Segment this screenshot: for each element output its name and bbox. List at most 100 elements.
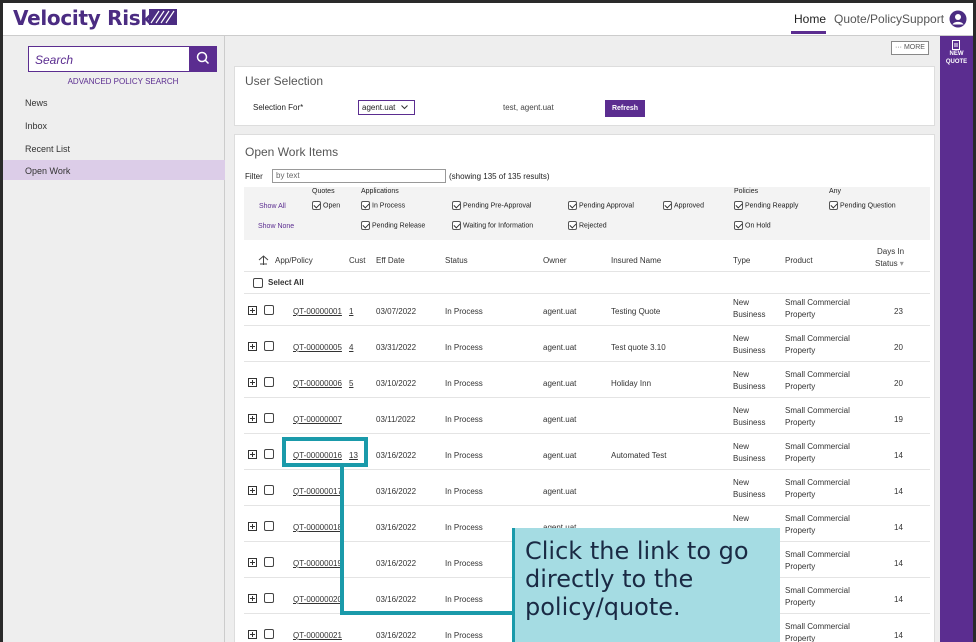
row-cust[interactable]: 5 xyxy=(349,379,353,388)
row-status: In Process xyxy=(445,379,483,388)
row-checkbox[interactable] xyxy=(264,377,274,389)
sidebar-item-inbox[interactable]: Inbox xyxy=(25,121,47,131)
search-button[interactable] xyxy=(189,46,217,72)
row-app-policy-link[interactable]: QT-00000019 xyxy=(293,559,342,568)
top-bar: Velocity Risk Home Quote/Policy Support xyxy=(3,3,973,36)
expand-row-icon[interactable] xyxy=(248,594,257,605)
filter-open[interactable]: Open xyxy=(312,201,340,210)
row-checkbox[interactable] xyxy=(264,413,274,425)
row-divider xyxy=(244,469,930,470)
col-type[interactable]: Type xyxy=(733,256,750,265)
col-owner[interactable]: Owner xyxy=(543,256,567,265)
group-applications: Applications xyxy=(361,188,399,195)
col-insured-name[interactable]: Insured Name xyxy=(611,256,661,265)
col-eff-date[interactable]: Eff Date xyxy=(376,256,405,265)
filter-input[interactable]: by text xyxy=(272,169,446,183)
sidebar-item-open-work[interactable]: Open Work xyxy=(3,160,225,180)
expand-row-icon[interactable] xyxy=(248,558,257,569)
row-checkbox[interactable] xyxy=(264,521,274,533)
row-eff-date: 03/07/2022 xyxy=(376,307,417,316)
row-product: Small Commercial xyxy=(785,406,850,415)
row-eff-date: 03/31/2022 xyxy=(376,343,417,352)
row-app-policy-link[interactable]: QT-00000018 xyxy=(293,523,342,532)
show-all-link[interactable]: Show All xyxy=(259,203,286,210)
row-checkbox[interactable] xyxy=(264,305,274,317)
filter-pending-release[interactable]: Pending Release xyxy=(361,221,425,230)
nav-support[interactable]: Support xyxy=(902,12,944,26)
row-app-policy-link[interactable]: QT-00000016 xyxy=(293,451,342,460)
expand-row-icon[interactable] xyxy=(248,450,257,461)
expand-row-icon[interactable] xyxy=(248,378,257,389)
row-checkbox[interactable] xyxy=(264,341,274,353)
refresh-button[interactable]: Refresh xyxy=(605,100,645,117)
row-checkbox[interactable] xyxy=(264,449,274,461)
row-eff-date: 03/11/2022 xyxy=(376,415,416,424)
row-cust[interactable]: 1 xyxy=(349,307,353,316)
sidebar-item-recent-list[interactable]: Recent List xyxy=(25,144,70,154)
row-product: Small Commercial xyxy=(785,550,850,559)
checkbox-checked xyxy=(663,201,672,210)
row-type: New xyxy=(733,514,750,523)
row-product-line2: Property xyxy=(785,454,816,463)
row-checkbox[interactable] xyxy=(264,485,274,497)
row-insured-name: Testing Quote xyxy=(611,307,661,316)
row-type: New xyxy=(733,370,750,379)
col-status[interactable]: Status xyxy=(445,256,468,265)
row-app-policy-link[interactable]: QT-00000007 xyxy=(293,415,342,424)
sort-tree-icon[interactable] xyxy=(258,255,269,266)
more-button[interactable]: ··· MORE xyxy=(891,41,929,55)
row-eff-date: 03/16/2022 xyxy=(376,487,417,496)
advanced-policy-search-link[interactable]: ADVANCED POLICY SEARCH xyxy=(28,77,218,86)
row-checkbox[interactable] xyxy=(264,629,274,641)
expand-row-icon[interactable] xyxy=(248,486,257,497)
row-status: In Process xyxy=(445,487,483,496)
filter-in-process[interactable]: In Process xyxy=(361,201,405,210)
select-all-checkbox[interactable] xyxy=(253,278,263,288)
row-cust[interactable]: 13 xyxy=(349,451,358,460)
filter-pending-pre-approval[interactable]: Pending Pre-Approval xyxy=(452,201,532,210)
nav-quote-policy[interactable]: Quote/Policy xyxy=(834,12,902,26)
user-account-icon[interactable] xyxy=(949,10,967,28)
selection-for-dropdown[interactable]: agent.uat xyxy=(358,100,415,115)
select-all[interactable]: Select All xyxy=(253,278,304,288)
show-none-link[interactable]: Show None xyxy=(258,223,294,230)
row-days-in-status: 19 xyxy=(894,415,903,424)
row-insured-name: Holiday Inn xyxy=(611,379,652,388)
row-app-policy-link[interactable]: QT-00000006 xyxy=(293,379,342,388)
row-days-in-status: 14 xyxy=(894,595,903,604)
row-app-policy-link[interactable]: QT-00000020 xyxy=(293,595,342,604)
row-app-policy-link[interactable]: QT-00000021 xyxy=(293,631,342,640)
expand-row-icon[interactable] xyxy=(248,306,257,317)
filter-rejected[interactable]: Rejected xyxy=(568,221,607,230)
row-checkbox[interactable] xyxy=(264,557,274,569)
row-checkbox[interactable] xyxy=(264,593,274,605)
col-days-in-status-line2[interactable]: Status ▾ xyxy=(875,259,904,268)
row-app-policy-link[interactable]: QT-00000001 xyxy=(293,307,342,316)
expand-row-icon[interactable] xyxy=(248,630,257,641)
filter-pending-question[interactable]: Pending Question xyxy=(829,201,896,210)
col-days-in-status[interactable]: Days In xyxy=(877,247,904,256)
row-cust[interactable]: 4 xyxy=(349,343,353,352)
expand-row-icon[interactable] xyxy=(248,414,257,425)
filter-pending-approval[interactable]: Pending Approval xyxy=(568,201,634,210)
expand-row-icon[interactable] xyxy=(248,522,257,533)
search-input[interactable]: Search xyxy=(28,46,190,72)
brand-logo: Velocity Risk xyxy=(13,6,154,30)
new-quote-button[interactable]: NEW QUOTE xyxy=(940,36,973,70)
filter-approved[interactable]: Approved xyxy=(663,201,704,210)
checkbox-checked xyxy=(734,201,743,210)
col-product[interactable]: Product xyxy=(785,256,813,265)
expand-row-icon[interactable] xyxy=(248,342,257,353)
row-app-policy-link[interactable]: QT-00000005 xyxy=(293,343,342,352)
nav-home[interactable]: Home xyxy=(794,12,826,26)
row-eff-date: 03/16/2022 xyxy=(376,559,417,568)
row-app-policy-link[interactable]: QT-00000017 xyxy=(293,487,342,496)
col-cust[interactable]: Cust xyxy=(349,256,365,265)
filter-pending-reapply[interactable]: Pending Reapply xyxy=(734,201,798,210)
col-app-policy[interactable]: App/Policy xyxy=(275,256,313,265)
row-status: In Process xyxy=(445,595,483,604)
filter-waiting-for-information[interactable]: Waiting for Information xyxy=(452,221,533,230)
sidebar-item-news[interactable]: News xyxy=(25,98,48,108)
user-selection-panel: User Selection Selection For* agent.uat … xyxy=(234,66,935,126)
filter-on-hold[interactable]: On Hold xyxy=(734,221,771,230)
